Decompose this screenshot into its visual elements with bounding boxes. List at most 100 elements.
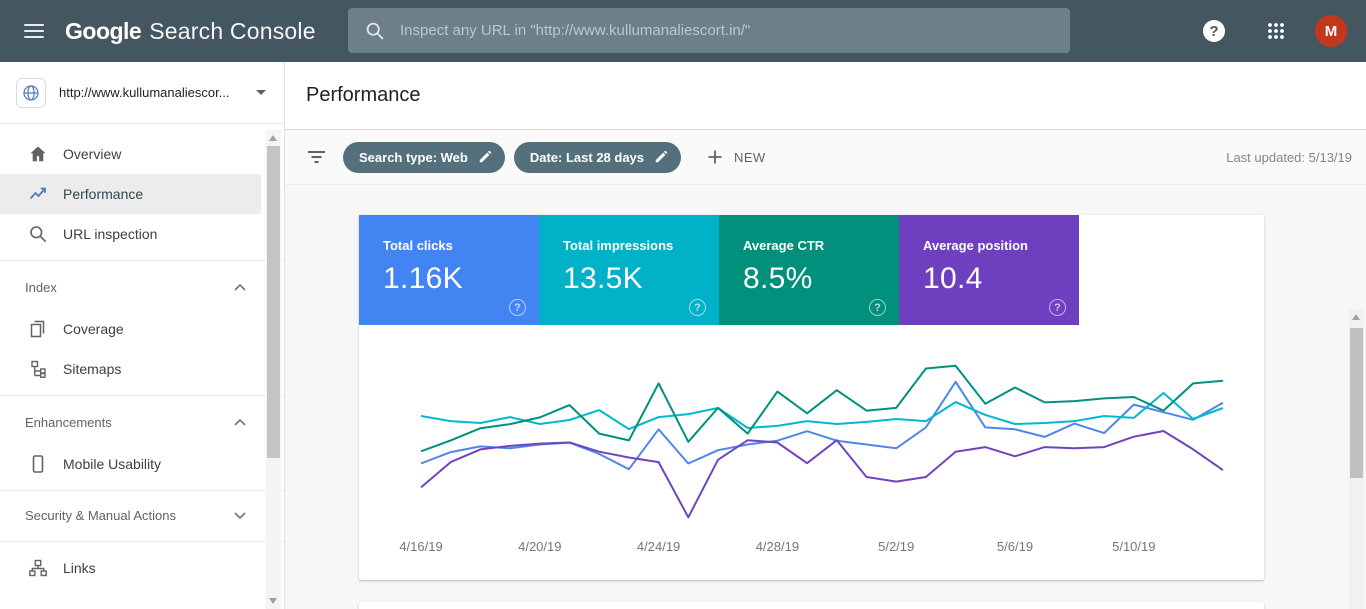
globe-icon — [16, 78, 46, 108]
sidebar-divider — [0, 490, 284, 491]
scroll-up-arrow-icon[interactable] — [1352, 314, 1360, 320]
sidebar-item-label: Links — [63, 560, 96, 576]
top-app-bar: Google Search Console ? M — [0, 0, 1366, 62]
metric-cards-row: Total clicks 1.16K ? Total impressions 1… — [359, 215, 1264, 325]
metric-value: 8.5% — [743, 262, 899, 296]
chevron-up-icon — [234, 419, 246, 426]
metric-value: 13.5K — [563, 262, 719, 296]
page-title-bar: Performance — [285, 62, 1366, 130]
sidebar-section-security[interactable]: Security & Manual Actions — [0, 495, 284, 535]
scrollbar-thumb[interactable] — [1350, 328, 1363, 478]
sidebar-nav: Overview Performance — [0, 124, 284, 609]
coverage-icon — [28, 319, 48, 339]
performance-chart: 4/16/19 4/20/19 4/24/19 4/28/19 5/2/19 5/6/19… — [359, 325, 1264, 580]
pencil-icon — [478, 150, 492, 164]
average-ctr-card[interactable]: Average CTR 8.5% ? — [719, 215, 899, 325]
sidebar-item-label: Sitemaps — [63, 361, 121, 377]
x-axis-tick-label: 4/28/19 — [756, 539, 799, 554]
app-logo[interactable]: Google Search Console — [65, 18, 316, 45]
date-range-chip[interactable]: Date: Last 28 days — [514, 142, 681, 173]
chevron-down-icon — [234, 512, 246, 519]
help-icon[interactable]: ? — [1203, 20, 1225, 42]
new-filter-button[interactable]: NEW — [707, 149, 766, 165]
url-inspect-input[interactable] — [398, 21, 1070, 40]
mobile-icon — [28, 454, 48, 474]
performance-summary-card: Total clicks 1.16K ? Total impressions 1… — [359, 215, 1264, 580]
links-icon — [28, 558, 48, 578]
url-inspect-searchbox[interactable] — [348, 8, 1070, 53]
metric-label: Average CTR — [743, 238, 899, 253]
main-area: Performance Search type: Web — [285, 62, 1366, 609]
chip-label: Date: Last 28 days — [530, 150, 644, 165]
account-avatar[interactable]: M — [1315, 15, 1347, 47]
chart-line-average-position — [421, 431, 1223, 517]
hamburger-menu-icon[interactable] — [24, 20, 44, 42]
plus-icon — [707, 149, 723, 165]
sidebar-item-mobile-usability[interactable]: Mobile Usability — [0, 444, 261, 484]
sidebar-item-coverage[interactable]: Coverage — [0, 309, 261, 349]
average-position-card[interactable]: Average position 10.4 ? — [899, 215, 1079, 325]
chip-label: Search type: Web — [359, 150, 468, 165]
metric-value: 10.4 — [923, 262, 1079, 296]
metric-help-icon[interactable]: ? — [509, 299, 526, 316]
metric-label: Average position — [923, 238, 1079, 253]
filter-list-icon[interactable] — [307, 148, 326, 166]
sidebar: http://www.kullumanaliescor... Overview — [0, 62, 285, 609]
sidebar-item-label: Coverage — [63, 321, 124, 337]
metric-value: 1.16K — [383, 262, 539, 296]
metric-label: Total clicks — [383, 238, 539, 253]
sidebar-item-sitemaps[interactable]: Sitemaps — [0, 349, 261, 389]
sidebar-item-performance[interactable]: Performance — [0, 174, 261, 214]
sidebar-divider — [0, 395, 284, 396]
sidebar-item-links[interactable]: Links — [0, 548, 261, 588]
chart-line-average-ctr — [421, 366, 1223, 452]
metric-help-icon[interactable]: ? — [869, 299, 886, 316]
logo-product: Search Console — [149, 18, 315, 45]
scroll-up-arrow-icon[interactable] — [269, 135, 277, 141]
performance-icon — [28, 184, 48, 204]
total-impressions-card[interactable]: Total impressions 13.5K ? — [539, 215, 719, 325]
last-updated-text: Last updated: 5/13/19 — [1226, 150, 1352, 165]
sidebar-item-label: URL inspection — [63, 226, 157, 242]
property-url: http://www.kullumanaliescor... — [59, 85, 256, 100]
sidebar-section-index[interactable]: Index — [0, 265, 284, 309]
x-axis-tick-label: 4/24/19 — [637, 539, 680, 554]
x-axis-tick-label: 4/16/19 — [399, 539, 442, 554]
sidebar-divider — [0, 541, 284, 542]
sidebar-item-label: Performance — [63, 186, 143, 202]
sidebar-section-enhancements[interactable]: Enhancements — [0, 400, 284, 444]
section-label: Security & Manual Actions — [25, 508, 176, 523]
metric-help-icon[interactable]: ? — [689, 299, 706, 316]
sitemaps-icon — [28, 359, 48, 379]
property-selector[interactable]: http://www.kullumanaliescor... — [0, 62, 284, 124]
sidebar-scrollbar[interactable] — [266, 130, 281, 609]
sidebar-item-label: Overview — [63, 146, 121, 162]
sidebar-divider — [0, 260, 284, 261]
page-title: Performance — [306, 84, 421, 107]
scroll-down-arrow-icon[interactable] — [269, 598, 277, 604]
section-label: Index — [25, 280, 57, 295]
total-clicks-card[interactable]: Total clicks 1.16K ? — [359, 215, 539, 325]
x-axis-tick-label: 5/2/19 — [878, 539, 914, 554]
main-scrollbar[interactable] — [1349, 309, 1364, 609]
metric-label: Total impressions — [563, 238, 719, 253]
metric-help-icon[interactable]: ? — [1049, 299, 1066, 316]
search-icon — [365, 21, 385, 41]
apps-grid-icon[interactable] — [1267, 22, 1285, 40]
x-axis-tick-label: 5/6/19 — [997, 539, 1033, 554]
chevron-up-icon — [234, 284, 246, 291]
topbar-actions: ? M — [1203, 0, 1347, 62]
section-label: Enhancements — [25, 415, 112, 430]
sidebar-item-overview[interactable]: Overview — [0, 134, 261, 174]
sidebar-item-url-inspection[interactable]: URL inspection — [0, 214, 261, 254]
home-icon — [28, 144, 48, 164]
x-axis-tick-label: 5/10/19 — [1112, 539, 1155, 554]
scrollbar-thumb[interactable] — [267, 146, 280, 458]
x-axis-tick-label: 4/20/19 — [518, 539, 561, 554]
chart-line-total-clicks — [421, 382, 1223, 469]
logo-brand: Google — [65, 18, 141, 45]
filter-bar: Search type: Web Date: Last 28 days NEW — [285, 130, 1366, 185]
content-area: Total clicks 1.16K ? Total impressions 1… — [285, 185, 1366, 609]
pencil-icon — [654, 150, 668, 164]
search-type-chip[interactable]: Search type: Web — [343, 142, 505, 173]
